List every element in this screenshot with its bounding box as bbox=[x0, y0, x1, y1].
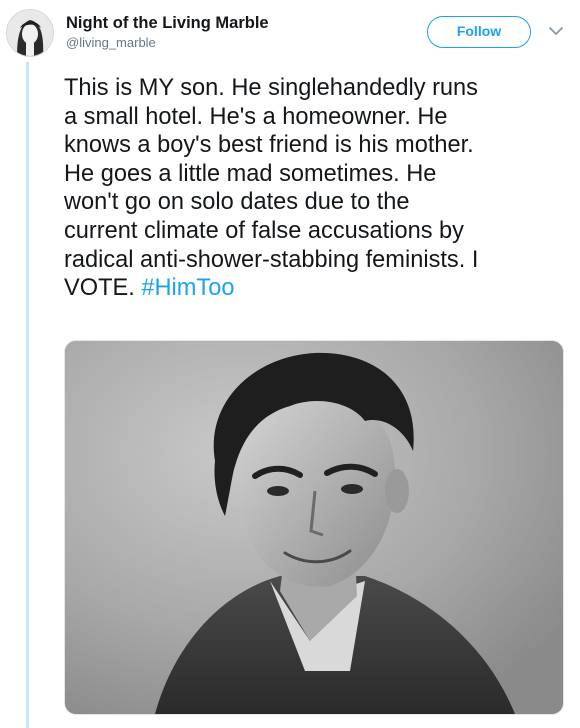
tweet-text-line: He goes a little mad sometimes. He bbox=[64, 160, 437, 187]
user-handle[interactable]: @living_marble bbox=[66, 35, 269, 51]
display-name[interactable]: Night of the Living Marble bbox=[66, 13, 269, 33]
tweet-text-line: won't go on solo dates due to the bbox=[64, 189, 410, 216]
tweet-text-line: knows a boy's best friend is his mother. bbox=[64, 132, 474, 159]
avatar[interactable] bbox=[6, 9, 54, 57]
follow-button[interactable]: Follow bbox=[427, 16, 531, 48]
thread-connector-line bbox=[26, 62, 29, 728]
tweet-text-line: a small hotel. He's a homeowner. He bbox=[64, 103, 448, 130]
tweet-text-line-last: VOTE. #HimToo bbox=[64, 274, 564, 303]
tweet-photo[interactable] bbox=[64, 340, 564, 715]
tweet-text-line: current climate of false accusations by bbox=[64, 217, 464, 244]
tweet-text-line: radical anti-shower-stabbing feminists. … bbox=[64, 246, 479, 273]
tweet-text-line: VOTE. bbox=[64, 275, 142, 302]
tweet-header: Night of the Living Marble @living_marbl… bbox=[66, 13, 269, 51]
hashtag-link[interactable]: #HimToo bbox=[141, 275, 234, 301]
chevron-down-icon[interactable] bbox=[548, 25, 564, 37]
tweet-text: This is MY son. He singlehandedly runs a… bbox=[64, 74, 564, 303]
tweet-text-line: This is MY son. He singlehandedly runs bbox=[64, 75, 478, 101]
